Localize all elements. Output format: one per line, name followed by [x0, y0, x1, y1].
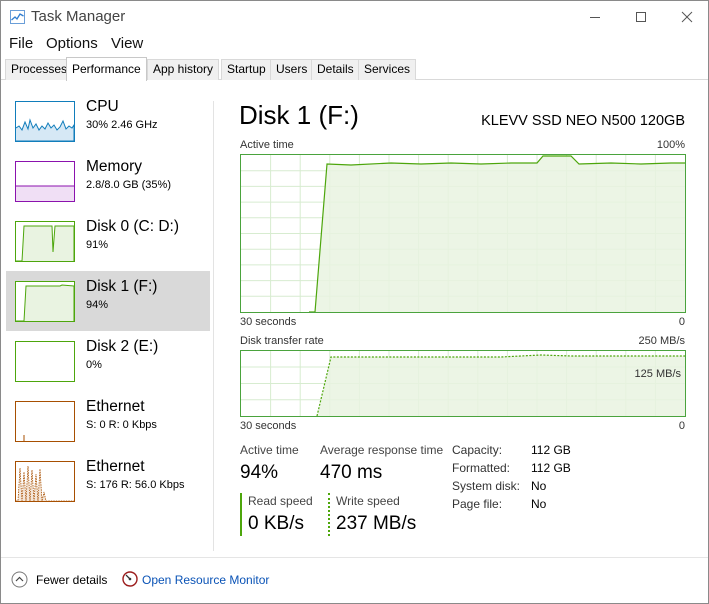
tab-performance[interactable]: Performance: [66, 57, 147, 81]
tab-startup[interactable]: Startup: [221, 59, 272, 80]
sidebar-item-ethernet-2[interactable]: Ethernet S: 176 R: 56.0 Kbps: [6, 451, 210, 511]
tab-details[interactable]: Details: [311, 59, 360, 80]
sidebar-item-disk-0[interactable]: Disk 0 (C: D:) 91%: [6, 211, 210, 271]
sidebar-item-name: Memory: [86, 158, 142, 175]
formatted-value: 112 GB: [531, 461, 571, 475]
minimize-button[interactable]: [572, 1, 618, 33]
resource-monitor-icon[interactable]: [122, 571, 138, 587]
tab-services[interactable]: Services: [358, 59, 417, 80]
menu-options[interactable]: Options: [46, 35, 98, 52]
sidebar-item-value: 94%: [86, 299, 109, 311]
active-time-graph-span: 30 seconds: [240, 316, 297, 328]
menu-file[interactable]: File: [9, 35, 33, 52]
panel-divider: [213, 101, 214, 551]
disk-1-thumbnail-graph: [15, 281, 75, 322]
page-file-value: No: [531, 497, 547, 511]
read-speed-value: 0 KB/s: [248, 513, 304, 534]
active-time-label: Active time: [240, 443, 299, 457]
disk-0-thumbnail-graph: [15, 221, 75, 262]
sidebar-item-name: CPU: [86, 98, 119, 115]
response-time-value: 470 ms: [320, 462, 383, 483]
sidebar-item-cpu[interactable]: CPU 30% 2.46 GHz: [6, 91, 210, 151]
capacity-value: 112 GB: [531, 443, 571, 457]
read-speed-marker: [240, 493, 242, 536]
disk-2-thumbnail-graph: [15, 341, 75, 382]
active-time-graph: [240, 154, 686, 313]
active-time-graph-min: 0: [678, 316, 685, 328]
page-title: Disk 1 (F:): [239, 100, 359, 130]
sidebar-item-ethernet-1[interactable]: Ethernet S: 0 R: 0 Kbps: [6, 391, 210, 451]
maximize-button[interactable]: [618, 1, 664, 33]
active-time-graph-max: 100%: [656, 139, 685, 151]
sidebar-item-disk-2[interactable]: Disk 2 (E:) 0%: [6, 331, 210, 391]
menu-view[interactable]: View: [111, 35, 143, 52]
task-manager-window: Task Manager File Options View Processes…: [0, 0, 709, 604]
open-resource-monitor-link[interactable]: Open Resource Monitor: [142, 573, 269, 587]
active-time-graph-label: Active time: [240, 139, 294, 151]
ethernet-1-thumbnail-graph: [15, 401, 75, 442]
sidebar-item-value: 2.8/8.0 GB (35%): [86, 179, 171, 191]
memory-thumbnail-graph: [15, 161, 75, 202]
sidebar-item-name: Disk 0 (C: D:): [86, 218, 179, 235]
write-speed-value: 237 MB/s: [336, 513, 417, 534]
sidebar-item-memory[interactable]: Memory 2.8/8.0 GB (35%): [6, 151, 210, 211]
transfer-rate-graph-label: Disk transfer rate: [240, 335, 324, 347]
device-name: KLEVV SSD NEO N500 120GB: [481, 113, 685, 129]
tab-app-history[interactable]: App history: [147, 59, 220, 80]
tab-users[interactable]: Users: [270, 59, 314, 80]
cpu-thumbnail-graph: [15, 101, 75, 142]
maximize-icon: [636, 12, 646, 22]
sidebar-item-value: S: 176 R: 56.0 Kbps: [86, 479, 185, 491]
write-speed-label: Write speed: [336, 494, 400, 508]
minimize-icon: [590, 17, 600, 18]
active-time-value: 94%: [240, 462, 279, 483]
system-disk-value: No: [531, 479, 547, 493]
transfer-rate-graph-max: 250 MB/s: [638, 335, 685, 347]
system-disk-label: System disk:: [452, 479, 521, 493]
transfer-rate-graph-min: 0: [678, 420, 685, 432]
read-speed-label: Read speed: [248, 494, 313, 508]
sidebar-item-value: S: 0 R: 0 Kbps: [86, 419, 157, 431]
page-file-label: Page file:: [452, 497, 503, 511]
write-speed-marker: [328, 493, 330, 536]
close-button[interactable]: [664, 1, 709, 33]
formatted-label: Formatted:: [452, 461, 511, 475]
task-manager-icon: [10, 10, 25, 24]
sidebar-item-value: 30% 2.46 GHz: [86, 119, 158, 131]
footer-bar: Fewer details Open Resource Monitor: [1, 557, 708, 603]
window-title: Task Manager: [31, 8, 126, 25]
close-icon: [681, 11, 693, 23]
transfer-rate-graph-span: 30 seconds: [240, 420, 297, 432]
menu-bar: File Options View: [1, 33, 708, 55]
transfer-rate-graph-mid: 125 MB/s: [634, 368, 681, 380]
sidebar-item-name: Disk 2 (E:): [86, 338, 159, 355]
response-time-label: Average response time: [320, 443, 444, 457]
ethernet-2-thumbnail-graph: [15, 461, 75, 502]
title-bar[interactable]: Task Manager: [1, 1, 708, 33]
sidebar-item-name: Ethernet: [86, 458, 145, 475]
chevron-up-icon[interactable]: [11, 571, 28, 588]
sidebar-item-value: 0%: [86, 359, 102, 371]
tab-processes[interactable]: Processes: [5, 59, 74, 80]
sidebar-item-name: Disk 1 (F:): [86, 278, 158, 295]
capacity-label: Capacity:: [452, 443, 503, 457]
transfer-rate-graph: [240, 350, 686, 417]
sidebar-item-value: 91%: [86, 239, 109, 251]
sidebar-item-disk-1[interactable]: Disk 1 (F:) 94%: [6, 271, 210, 331]
fewer-details-button[interactable]: Fewer details: [36, 573, 107, 587]
tab-strip: Processes Performance App history Startu…: [1, 57, 708, 81]
sidebar-item-name: Ethernet: [86, 398, 145, 415]
